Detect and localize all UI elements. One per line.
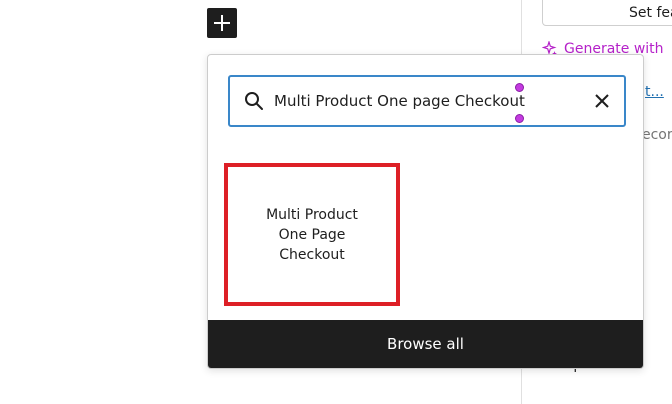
block-search-input[interactable] <box>274 89 574 113</box>
add-block-button[interactable] <box>207 8 237 38</box>
set-featured-image-button[interactable]: Set fea <box>542 0 672 26</box>
sidebar-link[interactable]: t... <box>645 84 664 100</box>
text-cursor-handle-top <box>515 83 524 92</box>
close-icon[interactable] <box>594 93 610 109</box>
sidebar-partial-text: ecor <box>642 127 672 143</box>
block-result-label: Multi Product One Page Checkout <box>266 206 358 263</box>
search-icon <box>245 92 263 110</box>
text-cursor-handle-bottom <box>515 114 524 123</box>
block-result-multi-product-checkout[interactable]: Multi Product One Page Checkout <box>224 163 400 306</box>
block-inserter-popover: Multi Product One Page Checkout Browse a… <box>207 54 644 369</box>
browse-all-button[interactable]: Browse all <box>208 320 643 368</box>
block-search-field[interactable] <box>228 75 626 127</box>
